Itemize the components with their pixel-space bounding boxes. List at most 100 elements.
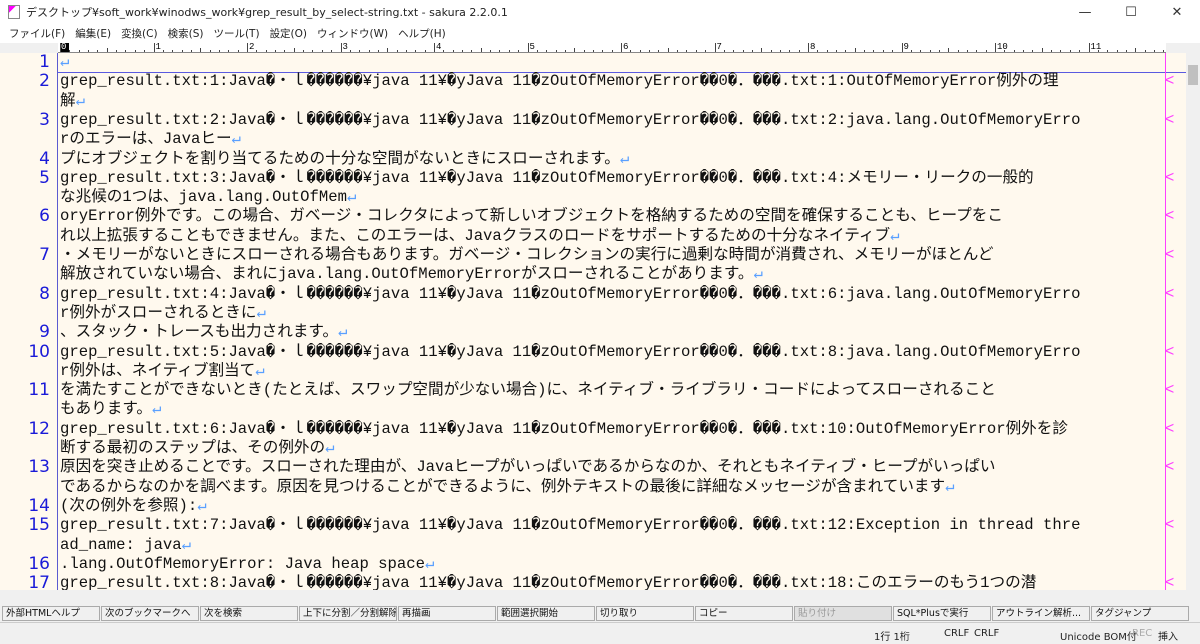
function-key-button[interactable]: 上下に分割／分割解除	[299, 606, 397, 621]
text-content: grep_result.txt:4:Java�・ｌ������¥java 11¥…	[60, 284, 1081, 303]
sakura-app-icon	[8, 5, 20, 19]
function-key-bar: 外部HTMLヘルプ 次のブックマークへ 次を検索 上下に分割／分割解除 再描画 範囲選択開…	[0, 606, 1200, 622]
ruler-tick	[471, 50, 473, 52]
editor-row: 7 ・メモリーがないときにスローされる場合もあります。ガベージ・コレクションの実行…	[0, 245, 1186, 265]
ruler-tick	[564, 50, 566, 52]
ruler-tick	[705, 50, 707, 52]
ruler-tick	[751, 50, 753, 52]
wrap-mark-icon: <	[1165, 419, 1175, 438]
maximize-button[interactable]: ☐	[1108, 0, 1154, 24]
vertical-scrollbar[interactable]	[1186, 43, 1200, 590]
ruler-tick	[190, 50, 192, 52]
menu-item[interactable]: ヘルプ(H)	[393, 26, 451, 41]
ruler-tick	[733, 50, 735, 52]
eol-input[interactable]: CRLF	[974, 628, 999, 639]
menu-item[interactable]: ウィンドウ(W)	[312, 26, 393, 41]
ruler-tick	[892, 50, 894, 52]
function-key-button[interactable]: 貼り付け	[794, 606, 892, 621]
wrap-mark-icon: <	[1165, 110, 1175, 129]
ruler-tick	[218, 50, 220, 52]
ruler-tick	[265, 50, 267, 52]
ruler-label: 4	[436, 43, 442, 52]
ruler-tick	[293, 48, 295, 52]
return-mark-icon: ↵	[152, 400, 162, 419]
editor-row: 3 grep_result.txt:2:Java�・ｌ������¥java 11…	[0, 110, 1186, 130]
ruler-tick	[256, 50, 258, 52]
ruler-tick	[106, 48, 108, 52]
editor-row: ad_name: java↵	[0, 536, 1186, 555]
ruler-tick	[1013, 50, 1015, 52]
editor-row: 2 grep_result.txt:1:Java�・ｌ������¥java 11…	[0, 71, 1186, 91]
line-text: grep_result.txt:2:Java�・ｌ������¥java 11¥…	[60, 111, 1165, 130]
insert-mode[interactable]: 挿入	[1158, 628, 1178, 643]
return-mark-icon: ↵	[75, 91, 85, 110]
return-mark-icon: ↵	[231, 130, 241, 149]
ruler-tick	[368, 50, 370, 52]
function-key-button[interactable]: コピー	[695, 606, 793, 621]
function-key-button[interactable]: SQL*Plusで実行	[893, 606, 991, 621]
horizontal-scrollbar[interactable]	[0, 590, 1186, 606]
ruler-tick	[1153, 50, 1155, 52]
line-text: r例外がスローされるときに↵	[60, 304, 1165, 323]
text-content: (次の例外を参照):	[60, 496, 198, 515]
ruler-tick	[359, 50, 361, 52]
function-key-button[interactable]: 範囲選択開始	[497, 606, 595, 621]
ruler-tick	[948, 48, 950, 52]
editor-row: 17 grep_result.txt:8:Java�・ｌ������¥java 1…	[0, 573, 1186, 590]
line-text: grep_result.txt:5:Java�・ｌ������¥java 11¥…	[60, 343, 1165, 362]
editor-row: r例外は、ネイティブ割当て↵	[0, 362, 1186, 381]
close-button[interactable]: ✕	[1154, 0, 1200, 24]
function-key-button[interactable]: 次を検索	[200, 606, 298, 621]
line-number: 10	[28, 341, 50, 362]
function-key-button[interactable]: 外部HTMLヘルプ	[2, 606, 100, 621]
editor-row: 15 grep_result.txt:7:Java�・ｌ������¥java 1…	[0, 515, 1186, 535]
ruler-tick	[910, 50, 912, 52]
wrap-mark-icon: <	[1165, 574, 1175, 590]
editor-row: れ以上拡張することもできません。また、このエラーは、Javaクラスのロードをサポ…	[0, 227, 1186, 246]
ruler-tick	[275, 50, 277, 52]
ruler-tick	[1079, 50, 1081, 52]
encoding[interactable]: Unicode BOM付	[1060, 628, 1137, 643]
ruler-label: 8	[810, 43, 816, 52]
ruler-tick	[1023, 50, 1025, 52]
function-key-button[interactable]: 次のブックマークへ	[101, 606, 199, 621]
ruler-label: 5	[529, 43, 535, 52]
menu-item[interactable]: ファイル(F)	[4, 26, 70, 41]
return-mark-icon: ↵	[60, 53, 70, 71]
ruler-tick	[116, 50, 118, 52]
ruler-tick	[88, 50, 90, 52]
function-key-button[interactable]: タグジャンプ	[1091, 606, 1189, 621]
function-key-button[interactable]: 再描画	[398, 606, 496, 621]
editor-row: 10 grep_result.txt:5:Java�・ｌ������¥java 1…	[0, 341, 1186, 362]
ruler-label: 2	[249, 43, 255, 52]
text-content: grep_result.txt:6:Java�・ｌ������¥java 11¥…	[60, 419, 1068, 438]
menu-item[interactable]: 変換(C)	[116, 26, 163, 41]
ruler-tick	[172, 50, 174, 52]
ruler-tick	[490, 50, 492, 52]
eol-code[interactable]: CRLF	[944, 628, 969, 639]
function-key-button[interactable]: アウトライン解析...	[992, 606, 1090, 621]
return-mark-icon: ↵	[181, 535, 192, 554]
editor-row: r例外がスローされるときに↵	[0, 304, 1186, 323]
menu-item[interactable]: 検索(S)	[163, 26, 209, 41]
editor-row: であるからなのかを調べます。原因を見つけることができるように、例外テキストの最後…	[0, 478, 1186, 497]
text-content: grep_result.txt:2:Java�・ｌ������¥java 11¥…	[60, 110, 1081, 129]
ruler-tick	[779, 50, 781, 52]
line-text: ・メモリーがないときにスローされる場合もあります。ガベージ・コレクションの実行に…	[60, 246, 1165, 265]
text-editor[interactable]: 1 ↵ 2 grep_result.txt:1:Java�・ｌ������¥java …	[0, 53, 1186, 590]
function-key-button[interactable]: 切り取り	[596, 606, 694, 621]
ruler-tick	[723, 50, 725, 52]
wrap-mark-icon: <	[1165, 207, 1175, 226]
minimize-button[interactable]: —	[1062, 0, 1108, 24]
menu-item[interactable]: 編集(E)	[70, 26, 116, 41]
ruler-tick	[854, 48, 856, 52]
menu-item[interactable]: ツール(T)	[208, 26, 264, 41]
ruler-tick	[312, 50, 314, 52]
wrap-mark-icon: <	[1165, 168, 1175, 187]
scroll-thumb[interactable]	[1188, 65, 1198, 85]
wrap-mark-icon: <	[1165, 458, 1175, 477]
ruler-label: 6	[623, 43, 629, 52]
menu-item[interactable]: 設定(O)	[265, 26, 312, 41]
text-content: ad_name: java	[60, 535, 182, 554]
ruler-tick	[658, 50, 660, 52]
